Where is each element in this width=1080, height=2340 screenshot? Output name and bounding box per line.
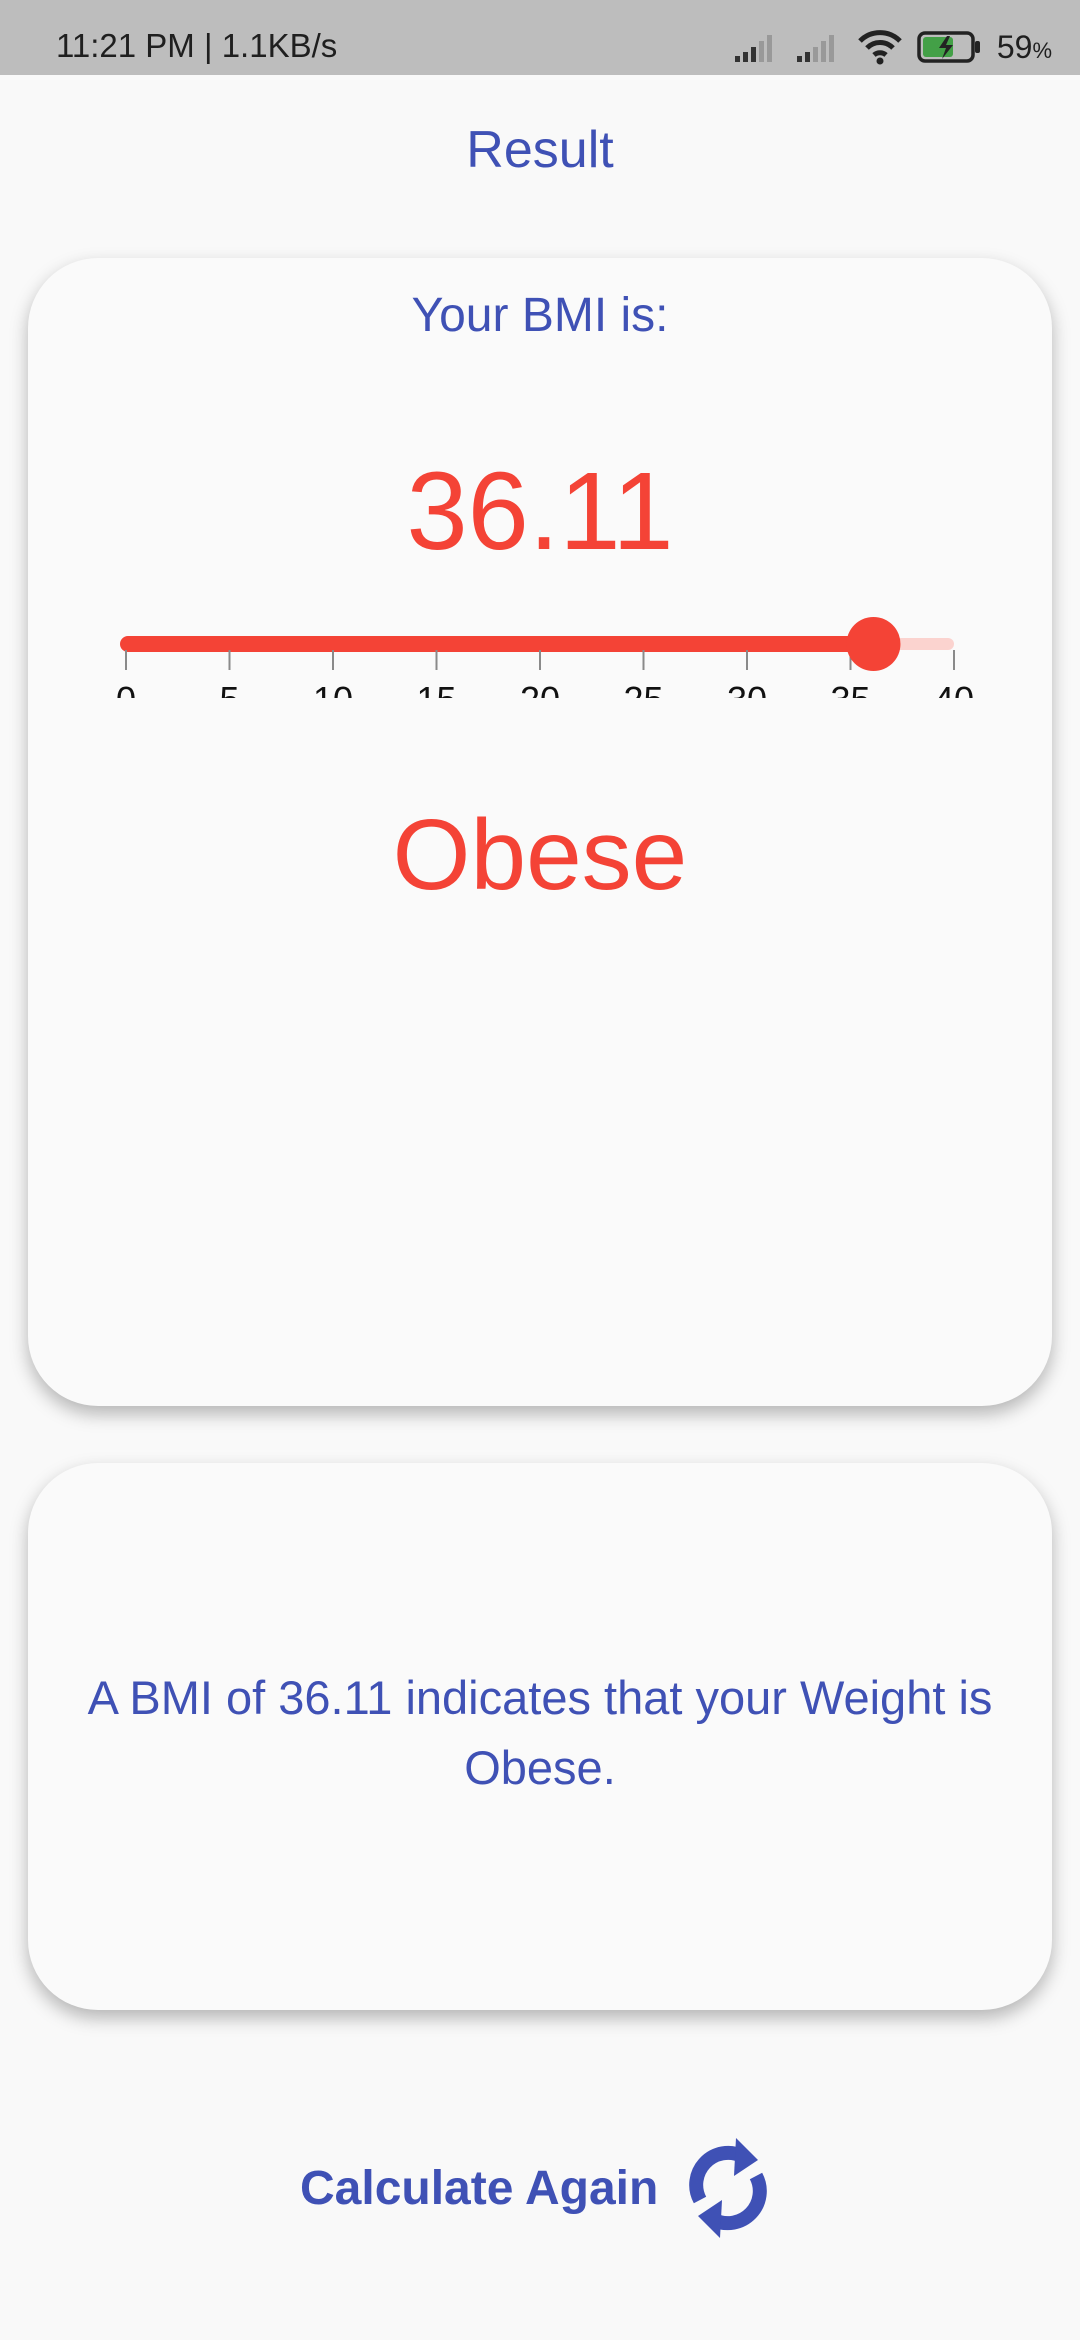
gauge-track-active bbox=[120, 636, 874, 652]
gauge-tick-label: 20 bbox=[520, 679, 560, 698]
status-icons: 59% bbox=[733, 22, 1052, 72]
bmi-label: Your BMI is: bbox=[411, 289, 669, 342]
wifi-icon bbox=[858, 30, 902, 65]
calculate-again-button[interactable]: Calculate Again bbox=[300, 2128, 776, 2248]
calculate-again-label: Calculate Again bbox=[300, 2161, 659, 2215]
bmi-gauge-slider[interactable]: 0 5 10 15 20 25 30 35 40 bbox=[28, 608, 1052, 698]
page-title: Result bbox=[466, 121, 614, 179]
battery-percent: 59% bbox=[996, 28, 1052, 65]
bmi-category: Obese bbox=[392, 799, 688, 911]
bmi-value: 36.11 bbox=[406, 450, 674, 573]
status-bar: 11:21 PM | 1.1KB/s 59% bbox=[0, 0, 1080, 75]
gauge-tick-label: 35 bbox=[830, 679, 870, 698]
gauge-ticks: 0 5 10 15 20 25 30 35 40 bbox=[116, 650, 974, 698]
battery-icon bbox=[917, 31, 980, 63]
info-message: A BMI of 36.11 indicates that your Weigh… bbox=[87, 1671, 993, 1794]
gauge-thumb[interactable] bbox=[846, 617, 901, 671]
refresh-icon bbox=[689, 2138, 768, 2238]
gauge-tick-label: 15 bbox=[416, 679, 456, 698]
gauge-tick-label: 10 bbox=[313, 679, 353, 698]
signal-icon bbox=[734, 35, 772, 62]
status-time-speed: 11:21 PM | 1.1KB/s bbox=[56, 27, 338, 64]
info-card: A BMI of 36.11 indicates that your Weigh… bbox=[28, 1463, 1052, 2010]
result-card: Your BMI is: 36.11 0 5 10 15 20 25 30 35 40 Obes… bbox=[28, 258, 1052, 1406]
gauge-tick-label: 5 bbox=[219, 679, 239, 698]
gauge-tick-label: 30 bbox=[727, 679, 767, 698]
signal-icon-2 bbox=[796, 35, 834, 62]
gauge-tick-label: 25 bbox=[623, 679, 663, 698]
gauge-tick-label: 40 bbox=[934, 679, 974, 698]
gauge-tick-label: 0 bbox=[116, 679, 136, 698]
